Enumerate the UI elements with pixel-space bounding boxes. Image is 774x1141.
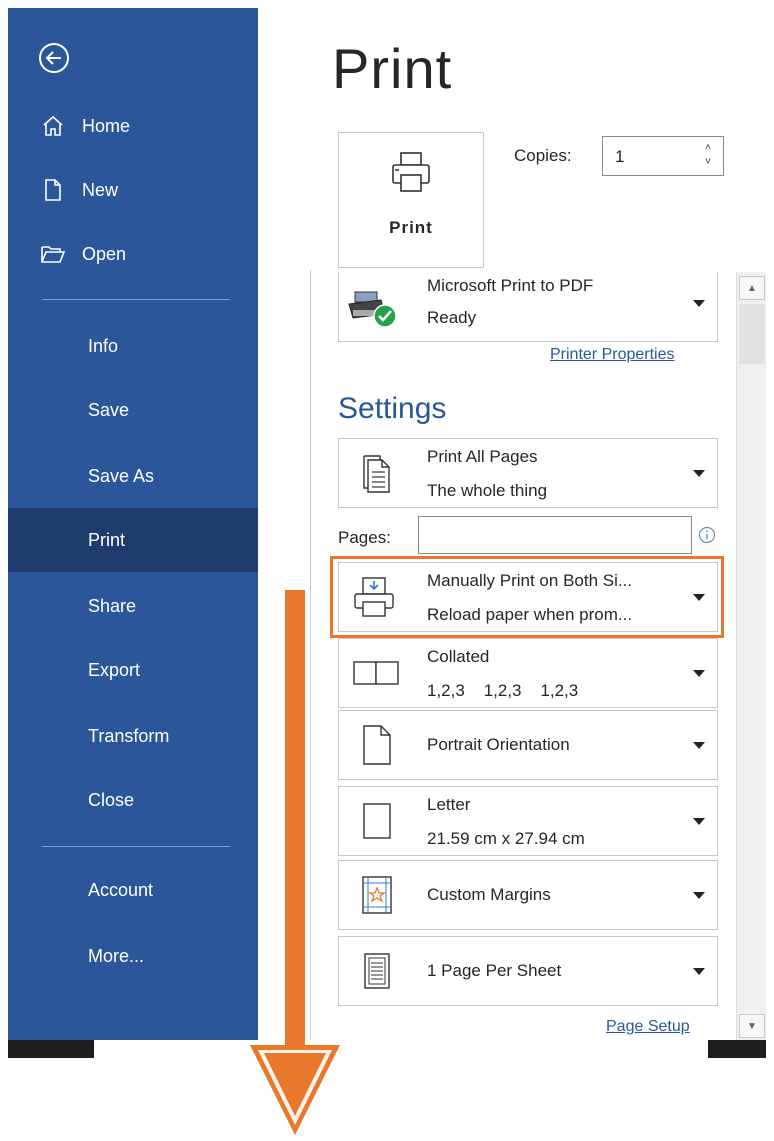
sidebar-item-transform[interactable]: Transform [8,704,258,768]
setting-line2: The whole thing [427,481,548,500]
setting-line1: Portrait Orientation [427,735,570,754]
paper-size-icon [349,787,405,855]
backstage-sidebar: Home New Open Info Save Save As Print Sh… [8,8,258,1040]
printer-name: Microsoft Print to PDF [427,276,594,295]
sidebar-item-save[interactable]: Save [8,378,258,442]
sidebar-item-label: Export [88,659,141,680]
printer-dropdown[interactable]: Microsoft Print to PDF Ready [338,272,718,342]
window-bottom-edge [8,1040,94,1058]
custom-margins-icon [349,861,405,929]
setting-line2: 1,2,3 1,2,3 1,2,3 [427,681,579,700]
new-document-icon [38,175,68,205]
print-button[interactable]: Print [338,132,484,268]
sidebar-item-open[interactable]: Open [8,222,258,286]
copies-label: Copies: [514,146,572,165]
printer-ready-icon [347,288,399,333]
pages-icon [349,439,405,507]
open-folder-icon [38,239,68,269]
page-per-sheet-icon [349,937,405,1005]
settings-heading: Settings [338,392,447,425]
sidebar-item-label: More... [88,945,145,966]
page-title: Print [332,37,453,100]
down-arrow-annotation-icon [250,590,340,1135]
sidebar-item-save-as[interactable]: Save As [8,444,258,508]
dropdown-arrow-icon [693,892,705,899]
sidebar-item-export[interactable]: Export [8,638,258,702]
orientation-dropdown[interactable]: Portrait Orientation [338,710,718,780]
sidebar-item-label: Transform [88,725,170,746]
portrait-page-icon [349,711,405,779]
sidebar-item-home[interactable]: Home [8,94,258,158]
sidebar-item-new[interactable]: New [8,158,258,222]
dropdown-arrow-icon [693,818,705,825]
collated-icon [349,639,405,707]
collation-dropdown[interactable]: Collated 1,2,3 1,2,3 1,2,3 [338,638,718,708]
setting-line1: Custom Margins [427,885,551,904]
setting-line1: Collated [427,647,490,666]
info-icon[interactable] [698,526,716,549]
setting-line2: 21.59 cm x 27.94 cm [427,829,585,848]
setting-line1: Letter [427,795,471,814]
sidebar-item-account[interactable]: Account [8,858,258,922]
pages-label: Pages: [338,528,391,547]
page-setup-link[interactable]: Page Setup [606,1018,690,1036]
dropdown-arrow-icon [693,470,705,477]
dropdown-arrow-icon [693,300,705,307]
setting-line1: 1 Page Per Sheet [427,961,562,980]
sidebar-item-label: Save As [88,465,155,486]
printer-properties-link[interactable]: Printer Properties [550,346,675,364]
sidebar-item-label: Open [82,243,127,264]
pages-input[interactable] [418,516,692,554]
sidebar-item-info[interactable]: Info [8,314,258,378]
back-arrow-icon [39,43,69,73]
paper-size-dropdown[interactable]: Letter 21.59 cm x 27.94 cm [338,786,718,856]
printer-status: Ready [427,308,477,327]
sidebar-item-label: Close [88,789,135,810]
highlight-box [330,556,724,638]
sidebar-divider [42,846,230,847]
sidebar-item-print[interactable]: Print [8,508,258,572]
dropdown-arrow-icon [693,670,705,677]
pages-per-sheet-dropdown[interactable]: 1 Page Per Sheet [338,936,718,1006]
printer-icon [386,147,436,202]
copies-value: 1 [615,147,625,166]
sidebar-divider [42,299,230,300]
sidebar-item-label: Home [82,115,131,136]
sidebar-item-label: Share [88,595,137,616]
sidebar-item-label: Info [88,335,119,356]
back-button[interactable] [36,40,72,76]
sidebar-item-share[interactable]: Share [8,574,258,638]
scroll-thumb[interactable] [739,304,765,364]
scroll-down-icon[interactable]: ▼ [739,1014,765,1038]
sidebar-item-close[interactable]: Close [8,768,258,832]
window-bottom-edge [708,1040,766,1058]
sidebar-item-label: New [82,179,119,200]
spin-arrows-icon[interactable]: ˄ ˅ [701,141,715,169]
sidebar-item-label: Save [88,399,130,420]
sidebar-item-label: Print [88,529,126,550]
sidebar-item-more[interactable]: More... [8,924,258,988]
margins-dropdown[interactable]: Custom Margins [338,860,718,930]
copies-stepper[interactable]: 1 ˄ ˅ [602,136,724,176]
print-range-dropdown[interactable]: Print All Pages The whole thing [338,438,718,508]
setting-line1: Print All Pages [427,447,538,466]
print-button-label: Print [389,218,433,237]
dropdown-arrow-icon [693,968,705,975]
home-icon [38,111,68,141]
sidebar-item-label: Account [88,879,154,900]
vertical-scrollbar[interactable]: ▲ ▼ [736,272,766,1040]
dropdown-arrow-icon [693,742,705,749]
scroll-up-icon[interactable]: ▲ [739,276,765,300]
